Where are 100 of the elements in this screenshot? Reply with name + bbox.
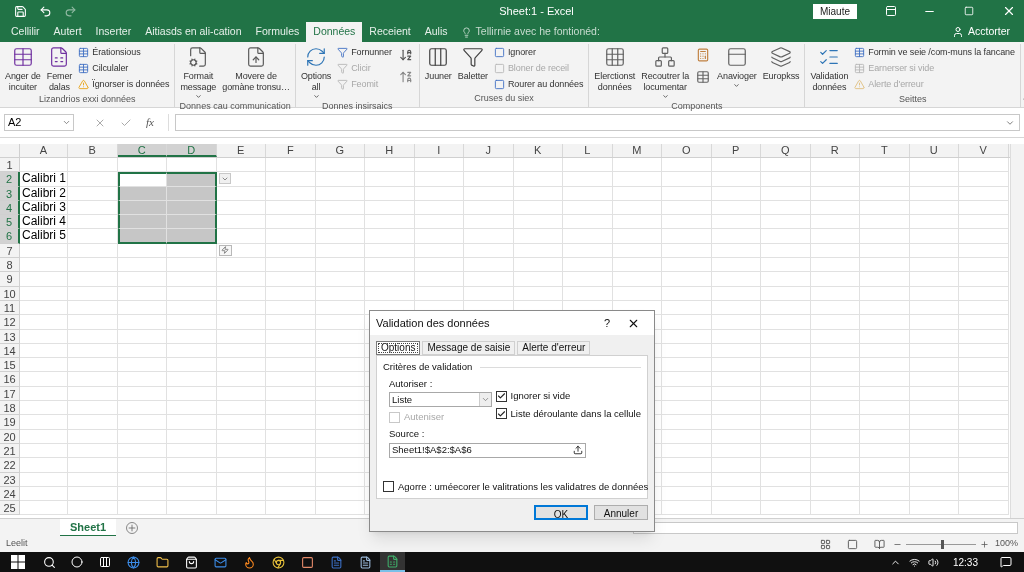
ribbon-button[interactable]: Formait message: [177, 44, 220, 100]
column-header[interactable]: F: [266, 144, 316, 157]
column-header[interactable]: R: [810, 144, 860, 157]
column-header[interactable]: J: [464, 144, 514, 157]
dialog-tab[interactable]: Alerte d'erreur: [517, 341, 591, 355]
column-header[interactable]: I: [414, 144, 464, 157]
document-icon[interactable]: [330, 555, 343, 569]
undo-icon[interactable]: [39, 4, 52, 18]
close-icon[interactable]: [1002, 4, 1016, 18]
formula-field[interactable]: [174, 114, 1020, 131]
row-header[interactable]: 1: [0, 158, 20, 173]
column-header[interactable]: K: [513, 144, 563, 157]
zoom-in-icon[interactable]: [979, 539, 989, 549]
row-header[interactable]: 19: [0, 415, 20, 430]
dropdown-arrow-button[interactable]: [218, 173, 231, 185]
column-header[interactable]: O: [662, 144, 712, 157]
ribbon-small-button[interactable]: Rourer au données: [493, 78, 584, 91]
page-break-icon[interactable]: [873, 538, 885, 550]
grid-cell[interactable]: Calibri 1: [20, 172, 68, 187]
app-square-icon[interactable]: [301, 555, 314, 569]
function-button[interactable]: fx: [146, 114, 154, 131]
page-layout-icon[interactable]: [846, 538, 858, 550]
row-header[interactable]: 9: [0, 272, 20, 287]
column-header[interactable]: G: [315, 144, 365, 157]
spreadsheet-icon[interactable]: [386, 554, 399, 568]
name-box[interactable]: A2: [4, 114, 74, 131]
grid-cell[interactable]: Calibri 5: [20, 229, 68, 244]
row-header[interactable]: 12: [0, 315, 20, 330]
ribbon-button[interactable]: Recoutrer la locumentar: [638, 44, 693, 100]
collapse-dialog-icon[interactable]: [573, 445, 583, 456]
sort-ascending-icon[interactable]: [398, 48, 413, 62]
row-header[interactable]: 6: [0, 229, 20, 244]
speaker-icon[interactable]: [927, 556, 939, 568]
source-field[interactable]: Sheet1!$A$2:$A$6: [389, 442, 586, 458]
ribbon-tab[interactable]: Cellilir: [4, 22, 47, 42]
chrome-browser-icon[interactable]: [272, 555, 285, 569]
grid-cell[interactable]: Calibri 2: [20, 186, 68, 201]
checkbox[interactable]: [383, 481, 394, 493]
ribbon-button[interactable]: Options all: [297, 44, 335, 100]
column-header[interactable]: E: [216, 144, 266, 157]
browser-icon[interactable]: [127, 555, 140, 569]
flame-icon[interactable]: [243, 555, 256, 569]
ribbon-button[interactable]: Movere de gomàne tronsu…: [219, 44, 293, 93]
dialog-button[interactable]: OK: [534, 505, 588, 520]
ribbon-small-button[interactable]: Fornunner: [337, 46, 392, 59]
grid-cell[interactable]: Calibri 4: [20, 215, 68, 230]
windows-logo-icon[interactable]: [11, 555, 25, 569]
checkbox[interactable]: [495, 408, 507, 420]
ribbon-button[interactable]: Anger de incuiter: [2, 44, 44, 93]
task-view-icon[interactable]: [99, 556, 111, 568]
column-header[interactable]: B: [68, 144, 118, 157]
column-header[interactable]: D: [167, 144, 217, 157]
column-header[interactable]: U: [909, 144, 959, 157]
ribbon-tab[interactable]: Receient: [362, 22, 418, 42]
row-header[interactable]: 18: [0, 401, 20, 416]
column-header[interactable]: A: [20, 144, 68, 157]
ribbon-button[interactable]: Femer dalas: [43, 44, 76, 93]
column-header[interactable]: L: [563, 144, 613, 157]
circle-icon[interactable]: [71, 556, 83, 568]
wifi-icon[interactable]: [908, 556, 920, 568]
row-header[interactable]: 16: [0, 372, 20, 387]
ribbon-button[interactable]: Anavioger: [714, 44, 760, 89]
ribbon-small-button[interactable]: Ïgnorser is données: [78, 78, 170, 91]
folder-icon[interactable]: [156, 555, 169, 569]
ribbon-tab[interactable]: Inserter: [88, 22, 139, 42]
save-icon[interactable]: [14, 4, 27, 18]
ribbon-button[interactable]: Juuner: [421, 44, 455, 82]
mail-icon[interactable]: [214, 555, 227, 569]
tell-me-field[interactable]: Tellirnie avec he fontionéd:: [475, 24, 600, 40]
note-icon[interactable]: [359, 555, 372, 569]
ribbon-tab[interactable]: Données: [306, 22, 363, 42]
row-header[interactable]: 8: [0, 258, 20, 273]
ribbon-small-button[interactable]: Cilculaler: [78, 62, 170, 75]
ribbon-button[interactable]: Validation données: [807, 44, 852, 93]
column-header[interactable]: M: [612, 144, 662, 157]
sheet-tab[interactable]: Sheet1: [60, 518, 117, 537]
column-header[interactable]: H: [365, 144, 415, 157]
ribbon-display-icon[interactable]: [885, 5, 897, 17]
zoom-thumb[interactable]: [940, 539, 944, 549]
row-header[interactable]: 2: [0, 172, 20, 187]
calculator-icon[interactable]: [696, 48, 711, 62]
ribbon-small-button[interactable]: Ignorer: [493, 46, 584, 59]
column-header[interactable]: C: [117, 144, 167, 157]
row-header[interactable]: 25: [0, 501, 20, 516]
shopping-bag-icon[interactable]: [185, 555, 198, 569]
ribbon-button[interactable]: Europkss: [759, 44, 803, 82]
dialog-tab[interactable]: Message de saisie: [422, 341, 516, 355]
clock-time[interactable]: 12:33: [952, 554, 978, 570]
sign-in-button[interactable]: Miaute: [813, 3, 857, 19]
table-icon[interactable]: [696, 70, 711, 84]
search-icon[interactable]: [43, 555, 56, 569]
row-header[interactable]: 5: [0, 215, 20, 230]
sort-descending-icon[interactable]: [398, 70, 413, 84]
dropdown-select[interactable]: Liste: [389, 392, 492, 408]
row-header[interactable]: 15: [0, 358, 20, 373]
notification-icon[interactable]: [1000, 556, 1012, 568]
quick-analysis-button[interactable]: [218, 244, 232, 256]
checkbox[interactable]: [495, 390, 507, 402]
horizontal-scrollbar[interactable]: [633, 521, 1018, 534]
dialog-tab[interactable]: Options: [376, 341, 421, 355]
